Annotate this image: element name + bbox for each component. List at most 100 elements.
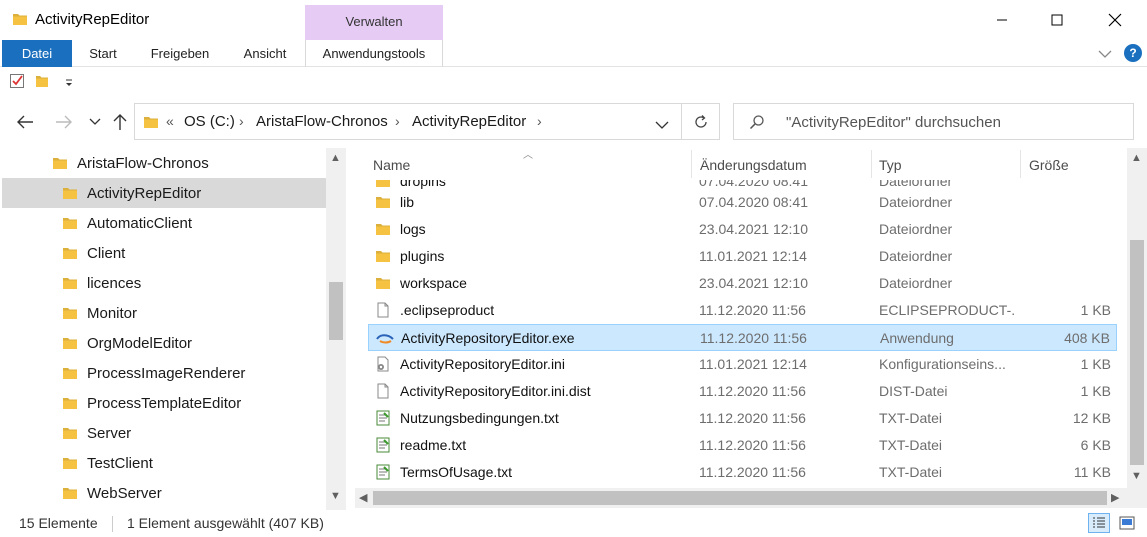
scroll-down-icon[interactable]: ▼ — [1131, 470, 1142, 482]
quick-access-toolbar — [0, 68, 1147, 96]
tab-start[interactable]: Start — [80, 40, 126, 67]
nav-item-testclient[interactable]: TestClient — [2, 448, 326, 478]
file-list-scrollbar[interactable]: ▲ ▼ — [1127, 148, 1147, 488]
column-divider[interactable] — [871, 150, 872, 178]
tab-share[interactable]: Freigeben — [143, 40, 217, 67]
breadcrumb-chevron-icon[interactable]: › — [537, 113, 542, 129]
folder-icon — [52, 155, 68, 174]
nav-item-server[interactable]: Server — [2, 418, 326, 448]
folder-icon — [62, 275, 78, 294]
ribbon-tabs: Datei Start Freigeben Ansicht Anwendungs… — [0, 40, 1147, 67]
folder-icon — [62, 215, 78, 234]
maximize-button[interactable] — [1034, 0, 1080, 40]
back-button[interactable] — [14, 111, 36, 133]
nav-item-automaticclient[interactable]: AutomaticClient — [2, 208, 326, 238]
tab-application-tools[interactable]: Anwendungstools — [305, 40, 443, 67]
folder-icon — [12, 11, 28, 30]
file-icon — [375, 302, 391, 321]
breadcrumb-aristaflow[interactable]: AristaFlow-Chronos — [256, 113, 388, 130]
expand-ribbon-button[interactable] — [1098, 46, 1112, 62]
tab-file[interactable]: Datei — [2, 40, 72, 67]
horizontal-scrollbar[interactable]: ◀ ▶ — [355, 488, 1127, 508]
recent-locations-button[interactable] — [84, 111, 106, 133]
column-divider[interactable] — [691, 150, 692, 178]
file-row-readme[interactable]: readme.txt 11.12.2020 11:56 TXT-Datei 6 … — [368, 432, 1117, 459]
file-row-workspace[interactable]: workspace 23.04.2021 12:10 Dateiordner — [368, 270, 1117, 297]
file-date: 07.04.2020 08:41 — [699, 180, 808, 189]
folder-icon — [62, 335, 78, 354]
horizontal-scrollbar-thumb[interactable] — [373, 491, 1107, 505]
refresh-button[interactable] — [682, 103, 720, 140]
file-size: 1 KB — [1080, 356, 1111, 372]
scroll-down-icon[interactable]: ▼ — [330, 490, 341, 502]
nav-item-monitor[interactable]: Monitor — [2, 298, 326, 328]
file-rows: dropins 07.04.2020 08:41 Dateiordner lib… — [355, 180, 1127, 488]
column-header-size[interactable]: Größe — [1029, 157, 1069, 173]
file-name: ActivityRepositoryEditor.exe — [401, 330, 575, 346]
nav-item-processimagerenderer[interactable]: ProcessImageRenderer — [2, 358, 326, 388]
file-row-activityrepositoryeditor-ini[interactable]: ActivityRepositoryEditor.ini 11.01.2021 … — [368, 351, 1117, 378]
large-icons-view-button[interactable] — [1116, 513, 1138, 533]
file-list-scrollbar-thumb[interactable] — [1130, 240, 1144, 465]
nav-item-webserver[interactable]: WebServer — [2, 478, 326, 508]
file-row-nutzungsbedingungen[interactable]: Nutzungsbedingungen.txt 11.12.2020 11:56… — [368, 405, 1117, 432]
large-icons-view-icon — [1119, 516, 1135, 530]
file-row-eclipseproduct[interactable]: .eclipseproduct 11.12.2020 11:56 ECLIPSE… — [368, 297, 1117, 324]
properties-icon[interactable] — [9, 73, 25, 92]
file-date: 23.04.2021 12:10 — [699, 275, 808, 291]
nav-item-orgmodeleditor[interactable]: OrgModelEditor — [2, 328, 326, 358]
close-button[interactable] — [1092, 0, 1138, 40]
address-dropdown[interactable] — [655, 117, 669, 133]
nav-item-label: Monitor — [87, 305, 138, 322]
column-header-type[interactable]: Typ — [879, 157, 902, 173]
breadcrumb-current[interactable]: ActivityRepEditor — [412, 113, 526, 130]
nav-item-client[interactable]: Client — [2, 238, 326, 268]
column-header-date[interactable]: Änderungsdatum — [700, 157, 807, 173]
nav-item-licences[interactable]: licences — [2, 268, 326, 298]
nav-scrollbar-thumb[interactable] — [329, 282, 343, 340]
address-overflow[interactable]: « — [166, 113, 174, 129]
sort-ascending-icon: ︿ — [523, 150, 533, 161]
file-name: dropins — [400, 180, 446, 189]
nav-item-label: AristaFlow-Chronos — [77, 155, 209, 172]
file-row-termsofusage[interactable]: TermsOfUsage.txt 11.12.2020 11:56 TXT-Da… — [368, 459, 1117, 486]
chevron-down-icon — [89, 118, 101, 125]
search-input[interactable]: "ActivityRepEditor" durchsuchen — [733, 103, 1134, 140]
forward-button[interactable] — [53, 111, 75, 133]
breadcrumb-drive[interactable]: OS (C:) — [184, 113, 235, 130]
scroll-up-icon[interactable]: ▲ — [330, 152, 341, 164]
nav-item-activityrepeditor[interactable]: ActivityRepEditor — [2, 178, 326, 208]
details-view-button[interactable] — [1088, 513, 1110, 533]
config-file-icon — [375, 356, 391, 375]
file-row-lib[interactable]: lib 07.04.2020 08:41 Dateiordner — [368, 189, 1117, 216]
folder-icon — [375, 194, 391, 213]
eclipse-app-icon — [376, 330, 394, 349]
column-header-name[interactable]: Name — [373, 157, 410, 173]
arrow-left-icon — [17, 115, 33, 129]
nav-item-label: Server — [87, 425, 132, 442]
column-divider[interactable] — [1020, 150, 1021, 178]
file-name: .eclipseproduct — [400, 302, 495, 318]
scroll-left-icon[interactable]: ◀ — [359, 491, 367, 504]
file-size: 1 KB — [1080, 383, 1111, 399]
up-button[interactable] — [109, 111, 131, 133]
new-folder-icon[interactable] — [34, 73, 50, 92]
scroll-right-icon[interactable]: ▶ — [1111, 491, 1119, 504]
tab-view[interactable]: Ansicht — [236, 40, 294, 67]
nav-item-aristaflow-chronos[interactable]: AristaFlow-Chronos — [2, 148, 326, 178]
customize-toolbar-icon[interactable] — [64, 75, 74, 91]
breadcrumb-chevron-icon[interactable]: › — [395, 113, 400, 129]
file-row-plugins[interactable]: plugins 11.01.2021 12:14 Dateiordner — [368, 243, 1117, 270]
file-row-logs[interactable]: logs 23.04.2021 12:10 Dateiordner — [368, 216, 1117, 243]
breadcrumb-chevron-icon[interactable]: › — [239, 113, 244, 129]
help-button[interactable]: ? — [1124, 44, 1142, 62]
address-bar[interactable]: « OS (C:) › AristaFlow-Chronos › Activit… — [134, 103, 682, 140]
minimize-button[interactable] — [979, 0, 1025, 40]
file-row-activityrepositoryeditor-ini-dist[interactable]: ActivityRepositoryEditor.ini.dist 11.12.… — [368, 378, 1117, 405]
nav-item-processtemplateeditor[interactable]: ProcessTemplateEditor — [2, 388, 326, 418]
file-date: 11.12.2020 11:56 — [699, 437, 806, 453]
file-type: TXT-Datei — [879, 410, 943, 426]
nav-scrollbar[interactable]: ▲ ▼ — [326, 148, 346, 510]
file-row-activityrepositoryeditor-exe[interactable]: ActivityRepositoryEditor.exe 11.12.2020 … — [368, 324, 1117, 351]
scroll-up-icon[interactable]: ▲ — [1131, 152, 1142, 164]
